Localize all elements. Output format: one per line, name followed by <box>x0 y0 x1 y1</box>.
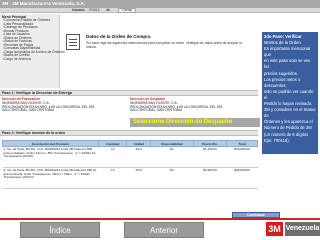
index-button[interactable]: Índice <box>20 222 100 238</box>
tutorial-note-line: (un número de 6 dígitos <box>264 131 309 137</box>
main-content: Datos de la Orden de Compra Por favor si… <box>62 14 258 88</box>
id-label: Id: <box>106 8 111 12</box>
row-availability: No <box>150 167 194 189</box>
row-unit: RLO <box>126 167 151 189</box>
user-strip: Usuario: PG012 Id: Cerrar <box>0 8 320 13</box>
document-icon <box>66 34 80 50</box>
tutorial-note-line: solo se podrán ver cuando el <box>264 88 314 100</box>
row-description: 2- No. de Parte 3M 3M - N.R. 600034243 C… <box>2 167 99 189</box>
country-label: Venezuela <box>285 222 320 236</box>
billing-address: Dirección de Facturación INGENIERA SAN V… <box>2 97 122 113</box>
row-total: $28,560.00 <box>226 167 258 189</box>
table-row: 1- No. de Parte 3M 3M - N.R. 600034242 C… <box>2 146 258 168</box>
row-description: 1- No. de Parte 3M 3M - N.R. 600034242 C… <box>2 146 99 168</box>
tutorial-note-line: Los precios netos o descuentos, <box>264 76 301 88</box>
previous-button[interactable]: Anterior <box>124 222 204 238</box>
user-label: Usuario: <box>72 8 86 12</box>
tutorial-note-line: en este paso solo se ven los <box>264 58 311 70</box>
user-value: PG012 <box>89 8 100 12</box>
instructions-text: Por favor siga las siguientes instruccio… <box>86 41 242 49</box>
row-unit: RLO <box>126 146 151 168</box>
3m-logo: 3M <box>266 222 283 236</box>
sidebar-item-cargo-archivos[interactable]: Cargo de Archivos <box>0 57 59 62</box>
order-table: Descripción del Producto Cantidad Unidad… <box>2 140 258 189</box>
step2-header: Paso 2: Verifique montos de la orden <box>0 130 258 136</box>
row-availability: No <box>150 146 194 168</box>
select-shipping-banner: Seleccione Dirección de Despacho <box>130 118 260 127</box>
top-header-bar: 3M · 3M Manufacturera Venezuela, S.A. <box>0 0 320 8</box>
row-price: $2,380.00 <box>193 167 227 189</box>
row-price: $1,390.00 <box>193 146 227 168</box>
row-quantity: 12 <box>98 146 127 168</box>
shipping-address[interactable]: Dirección de Despacho INGENIERA SAN VICE… <box>130 97 250 113</box>
shipping-line: SAN CRISTOBAL, SAN CRISTOBAL <box>130 108 183 113</box>
tutorial-note-line: Es importante mencionar que <box>264 46 311 58</box>
tutorial-note: 2do Paso: Verificar Montos de la Orden E… <box>262 32 318 154</box>
row-total: $16,680.00 <box>226 146 258 168</box>
step1-header: Paso 1: Verifique la Dirección de Entreg… <box>0 90 258 96</box>
billing-line: SAN CRISTOBAL, SAN CRISTOBAL <box>2 108 55 113</box>
close-session-button[interactable]: Cerrar <box>118 8 136 13</box>
brand-title: 3M · 3M Manufacturera Venezuela, S.A. <box>2 1 86 6</box>
page-title: Datos de la Orden de Compra <box>86 34 151 39</box>
sidebar-menu: Menú Principal Colocación Rápida de Órde… <box>0 14 65 88</box>
tutorial-note-line: Ejm: 700119). <box>264 137 290 143</box>
table-row: 2- No. de Parte 3M 3M - N.R. 600034243 C… <box>2 167 258 189</box>
tutorial-note-line: Número de Pedido de 3M <box>264 125 312 131</box>
footer-divider <box>0 218 320 220</box>
row-quantity: 12 <box>98 167 127 189</box>
user-info: Usuario: PG012 Id: Cerrar <box>72 8 136 13</box>
tutorial-note-line: 3M y consulten en el Status de <box>264 107 316 119</box>
